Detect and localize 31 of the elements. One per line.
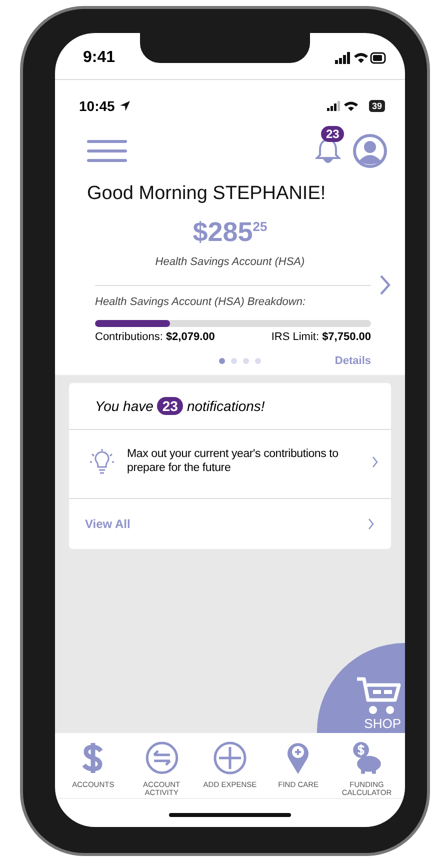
page-dot[interactable] — [230, 358, 237, 364]
contributions-text: Contributions: $2,079.00 — [95, 331, 215, 343]
balance-amount: $285$^{25}$ — [192, 217, 268, 248]
greeting-title: Good Morning STEPHANIE! — [86, 182, 327, 205]
irs-limit-text: IRS Limit: $7,750.00 — [271, 331, 371, 343]
notifications-text: You have — [95, 398, 154, 414]
status-time: 10:45 — [79, 98, 115, 114]
notifications-text: notifications! — [186, 398, 265, 414]
profile-icon[interactable] — [353, 134, 387, 168]
page-dot[interactable] — [242, 358, 249, 364]
chevron-right-icon — [371, 456, 379, 468]
transfer-arrows-icon — [144, 741, 179, 775]
page-dot[interactable] — [254, 358, 261, 364]
page-dot[interactable] — [218, 358, 225, 364]
cart-icon — [355, 676, 401, 716]
notification-item[interactable]: Max out your current year's contributions to prepare for the future — [69, 430, 391, 499]
chevron-right-icon[interactable] — [379, 274, 391, 296]
status-time: 9:41 — [83, 49, 116, 67]
menu-icon[interactable] — [87, 138, 127, 162]
breakdown-title: Health Savings Account (HSA) Breakdown: — [94, 296, 307, 308]
notification-badge: 23 — [321, 126, 344, 142]
signal-wifi-icon — [326, 100, 361, 112]
account-label: Health Savings Account (HSA) — [154, 256, 306, 268]
battery-level: 39 — [368, 100, 385, 112]
lightbulb-icon — [89, 448, 115, 476]
notification-count: 23 — [157, 397, 183, 415]
add-icon — [212, 741, 247, 775]
map-pin-icon — [285, 741, 312, 775]
chevron-right-icon — [367, 518, 375, 530]
status-icons — [335, 51, 387, 65]
location-arrow-icon — [118, 100, 131, 112]
